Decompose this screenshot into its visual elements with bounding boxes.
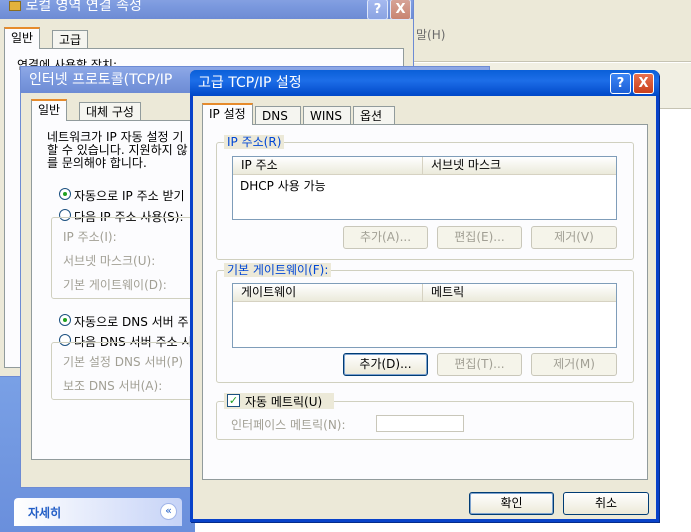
tab-ip-settings[interactable]: IP 설정	[202, 103, 253, 125]
tab-alternate[interactable]: 대체 구성	[79, 102, 141, 122]
column-subnet-mask[interactable]: 서브넷 마스크	[423, 157, 616, 175]
auto-metric-checkbox[interactable]: ✓	[227, 394, 240, 407]
column-gateway[interactable]: 게이트웨이	[233, 284, 423, 302]
local-window-title: 로컬 영역 연결 속성	[25, 0, 142, 14]
close-button[interactable]: X	[390, 0, 411, 20]
interface-metric-label: 인터페이스 메트릭(N):	[231, 418, 346, 432]
tab-dns[interactable]: DNS	[255, 106, 301, 126]
gateway-list[interactable]: 게이트웨이 메트릭	[232, 283, 617, 348]
column-ip-address[interactable]: IP 주소	[233, 157, 423, 175]
auto-metric-label: 자동 메트릭(U)	[245, 395, 323, 409]
advanced-titlebar: 고급 TCP/IP 설정	[190, 70, 659, 96]
subnet-mask-label: 서브넷 마스크(U):	[63, 254, 156, 268]
menu-help[interactable]: 말(H)	[416, 26, 445, 43]
advanced-tcpip-dialog: 고급 TCP/IP 설정 ? X IP 설정 DNS WINS 옵션 IP 주소…	[190, 70, 659, 522]
radio-auto-dns-label: 자동으로 DNS 서버 주	[74, 315, 189, 329]
gateway-remove-button[interactable]: 제거(M)	[531, 353, 617, 376]
cancel-button[interactable]: 취소	[563, 492, 649, 515]
collapse-icon[interactable]: «	[160, 503, 177, 520]
help-button[interactable]: ?	[367, 0, 388, 20]
interface-metric-field[interactable]	[376, 415, 464, 432]
gateway-edit-button[interactable]: 편집(T)...	[437, 353, 522, 376]
details-section[interactable]: 자세히 «	[14, 498, 182, 526]
gateway-list-header: 게이트웨이 메트릭	[233, 284, 616, 302]
gateway-add-button[interactable]: 추가(D)...	[343, 353, 428, 376]
default-gateway-label: 기본 게이트웨이(D):	[63, 278, 167, 292]
ip-address-group-label: IP 주소(R)	[224, 135, 285, 149]
ok-button[interactable]: 확인	[469, 492, 554, 515]
ip-list-header: IP 주소 서브넷 마스크	[233, 157, 616, 175]
preferred-dns-label: 기본 설정 DNS 서버(P)	[63, 355, 184, 369]
ip-edit-button[interactable]: 편집(E)...	[437, 226, 522, 249]
list-item[interactable]: DHCP 사용 가능	[240, 177, 326, 194]
tab-advanced[interactable]: 고급	[52, 30, 89, 50]
gateway-group-label: 기본 게이트웨이(F):	[224, 263, 332, 277]
tab-general[interactable]: 일반	[31, 99, 68, 121]
auto-metric-group-label: ✓ 자동 메트릭(U)	[224, 393, 334, 409]
tab-options[interactable]: 옵션	[353, 106, 395, 126]
radio-auto-ip[interactable]	[59, 188, 71, 200]
local-window-titlebar: 로컬 영역 연결 속성	[0, 0, 413, 19]
radio-auto-ip-label: 자동으로 IP 주소 받기	[74, 189, 185, 203]
ip-address-label: IP 주소(I):	[63, 230, 117, 244]
advanced-title: 고급 TCP/IP 설정	[198, 75, 302, 91]
tab-general[interactable]: 일반	[4, 27, 41, 49]
background-menubar	[412, 0, 691, 62]
help-button[interactable]: ?	[610, 73, 631, 94]
ip-add-button[interactable]: 추가(A)...	[343, 226, 428, 249]
close-button[interactable]: X	[633, 73, 654, 94]
tab-wins[interactable]: WINS	[303, 106, 351, 126]
alternate-dns-label: 보조 DNS 서버(A):	[63, 379, 163, 393]
details-label: 자세히	[28, 506, 62, 520]
network-icon	[9, 1, 21, 11]
tcpip-description: 네트워크가 IP 자동 설정 기 할 수 있습니다. 지원하지 않 를 문의해야…	[47, 130, 188, 170]
column-metric[interactable]: 메트릭	[423, 284, 616, 302]
ip-address-list[interactable]: IP 주소 서브넷 마스크 DHCP 사용 가능	[232, 156, 617, 220]
radio-auto-dns[interactable]	[59, 314, 71, 326]
tcpip-title: 인터넷 프로토콜(TCP/IP	[29, 72, 173, 88]
ip-remove-button[interactable]: 제거(V)	[531, 226, 617, 249]
